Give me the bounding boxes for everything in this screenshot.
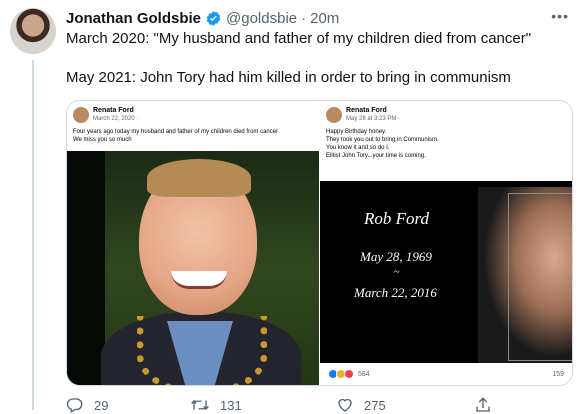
fb-avatar: [73, 107, 89, 123]
author-avatar[interactable]: [10, 8, 56, 54]
retweet-count: 131: [220, 397, 242, 413]
fb-reactions: 584: [328, 369, 370, 379]
media-image-left[interactable]: Renata Ford March 22, 2020 · Four years …: [67, 101, 320, 385]
share-icon: [476, 397, 490, 412]
memorial-name: Rob Ford: [364, 209, 430, 228]
fb-post-header: Renata Ford March 22, 2020 ·: [73, 106, 138, 124]
tweet-text-line-2: May 2021: John Tory had him killed in or…: [66, 69, 511, 86]
fb-author-name: Renata Ford: [93, 107, 134, 114]
meta-separator: ·: [301, 9, 307, 27]
fb-love-reaction-icon: [344, 369, 354, 379]
tweet-header: Jonathan Goldsbie @goldsbie · 20m: [66, 8, 339, 28]
fb-post-header: Renata Ford May 28 at 3:23 PM ·: [326, 106, 400, 124]
author-handle[interactable]: @goldsbie: [226, 10, 297, 27]
share-button[interactable]: [474, 396, 492, 414]
fb-post-date: May 28 at 3:23 PM ·: [346, 116, 401, 122]
fb-post-text: Elitist John Tory...your time is coming.: [326, 153, 426, 159]
more-icon[interactable]: •••: [551, 8, 569, 24]
memorial-dash: ~: [394, 267, 400, 278]
verified-icon: [205, 10, 222, 27]
retweet-icon: [191, 399, 209, 411]
fb-reaction-count: 584: [358, 370, 370, 378]
like-button[interactable]: 275: [336, 396, 386, 414]
fb-post-text: Happy Birthday honey.: [326, 129, 387, 135]
like-count: 275: [364, 397, 386, 413]
fb-post-footer: 584 159: [320, 363, 572, 385]
memorial-birth: May 28, 1969: [360, 249, 432, 264]
fb-author-name: Renata Ford: [346, 107, 387, 114]
reply-icon: [66, 398, 83, 413]
fb-post-text: Four years ago today my husband and fath…: [73, 129, 279, 135]
tweet-text-line-1: March 2020: "My husband and father of my…: [66, 30, 532, 47]
rob-ford-photo: [67, 151, 319, 385]
fb-avatar: [326, 107, 342, 123]
tweet-time[interactable]: 20m: [310, 10, 339, 27]
reply-button[interactable]: 29: [66, 396, 108, 414]
reply-count: 29: [94, 397, 109, 413]
retweet-button[interactable]: 131: [190, 396, 242, 414]
author-name[interactable]: Jonathan Goldsbie: [66, 10, 201, 27]
tweet-actions: 29 131 275: [66, 396, 546, 414]
fb-comment-count: 159: [552, 370, 564, 378]
fb-post-text: We miss you so much: [73, 137, 132, 143]
media-image-right[interactable]: Renata Ford May 28 at 3:23 PM · Happy Bi…: [320, 101, 572, 385]
memorial-death: March 22, 2016: [354, 285, 437, 300]
memorial-card: Rob Ford May 28, 1969 ~ March 22, 2016: [320, 181, 572, 365]
tweet-media[interactable]: Renata Ford March 22, 2020 · Four years …: [66, 100, 573, 386]
fb-post-date: March 22, 2020 ·: [93, 116, 139, 122]
fb-post-text: You know it and so do I.: [326, 145, 390, 151]
fb-post-text: They took you out to bring in Communism.: [326, 137, 439, 143]
thread-line: [32, 60, 34, 410]
like-icon: [338, 398, 352, 412]
